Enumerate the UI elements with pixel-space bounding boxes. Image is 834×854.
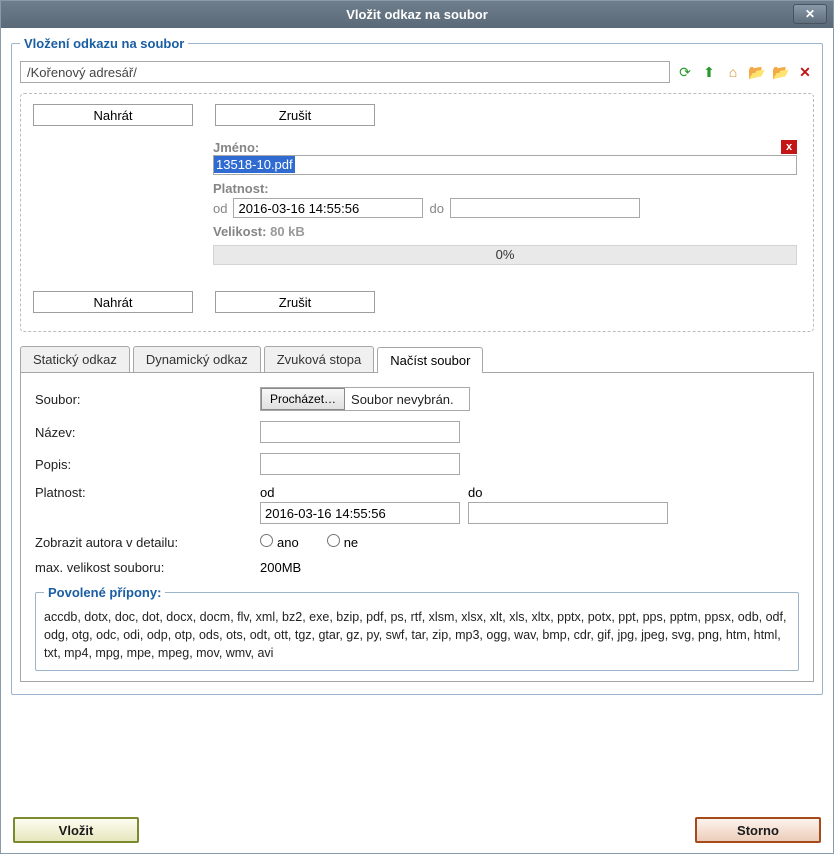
validity-label-2: Platnost:: [35, 485, 260, 500]
extensions-list: accdb, dotx, doc, dot, docx, docm, flv, …: [44, 608, 790, 662]
button-row-bottom: Nahrát Zrušit: [33, 291, 801, 313]
refresh-icon[interactable]: ⟳: [676, 63, 694, 81]
dialog: Vložit odkaz na soubor ✕ Vložení odkazu …: [0, 0, 834, 854]
close-button[interactable]: ✕: [793, 4, 827, 24]
author-label: Zobrazit autora v detailu:: [35, 535, 260, 550]
file-label: Soubor:: [35, 392, 260, 407]
no-file-text: Soubor nevybrán.: [345, 392, 454, 407]
do-label: do: [429, 201, 443, 216]
new-folder-icon[interactable]: 📂: [772, 63, 790, 81]
radio-no-label[interactable]: ne: [327, 534, 358, 550]
desc-label: Popis:: [35, 457, 260, 472]
row-author: Zobrazit autora v detailu: ano ne: [35, 534, 799, 550]
validity-from-input[interactable]: [233, 198, 423, 218]
footer: Vložit Storno: [1, 809, 833, 853]
tab-static[interactable]: Statický odkaz: [20, 346, 130, 372]
storno-button[interactable]: Storno: [695, 817, 821, 843]
radio-yes-label[interactable]: ano: [260, 534, 299, 550]
extensions-fieldset: Povolené přípony: accdb, dotx, doc, dot,…: [35, 585, 799, 671]
tabs: Statický odkaz Dynamický odkaz Zvuková s…: [20, 346, 814, 372]
cancel-upload-button[interactable]: Zrušit: [215, 104, 375, 126]
filename-value: 13518-10.pdf: [214, 156, 295, 173]
upload-button-2[interactable]: Nahrát: [33, 291, 193, 313]
row-desc: Popis:: [35, 453, 799, 475]
radio-yes[interactable]: [260, 534, 273, 547]
name-input[interactable]: [260, 421, 460, 443]
delete-icon[interactable]: ✕: [796, 63, 814, 81]
name-label-2: Název:: [35, 425, 260, 440]
radio-no[interactable]: [327, 534, 340, 547]
fieldset-legend: Vložení odkazu na soubor: [20, 36, 188, 51]
do-label-2: do: [468, 485, 668, 500]
browse-button[interactable]: Procházet…: [261, 388, 345, 410]
path-row: ⟳ ⬆ ⌂ 📂 📂 ✕: [20, 61, 814, 83]
button-row-top: Nahrát Zrušit: [33, 104, 801, 126]
size-label: Velikost: 80 kB: [213, 224, 797, 239]
main-fieldset: Vložení odkazu na soubor ⟳ ⬆ ⌂ 📂 📂 ✕ Nah…: [11, 36, 823, 695]
remove-file-icon[interactable]: x: [781, 140, 797, 154]
od-label-2: od: [260, 485, 460, 500]
content: Vložení odkazu na soubor ⟳ ⬆ ⌂ 📂 📂 ✕ Nah…: [1, 28, 833, 809]
path-input[interactable]: [20, 61, 670, 83]
desc-input[interactable]: [260, 453, 460, 475]
upload-button[interactable]: Nahrát: [33, 104, 193, 126]
dialog-title: Vložit odkaz na soubor: [346, 7, 488, 22]
progress-value: 0%: [496, 247, 515, 262]
filename-input[interactable]: 13518-10.pdf: [213, 155, 797, 175]
home-icon[interactable]: ⌂: [724, 63, 742, 81]
file-chooser[interactable]: Procházet… Soubor nevybrán.: [260, 387, 470, 411]
validity-label: Platnost:: [213, 181, 797, 196]
validity-from-input-2[interactable]: [260, 502, 460, 524]
tab-dynamic[interactable]: Dynamický odkaz: [133, 346, 261, 372]
cancel-upload-button-2[interactable]: Zrušit: [215, 291, 375, 313]
up-icon[interactable]: ⬆: [700, 63, 718, 81]
name-label: Jméno: x: [213, 140, 797, 155]
size-value: 80 kB: [270, 224, 305, 239]
close-icon: ✕: [805, 7, 815, 21]
extensions-legend: Povolené přípony:: [44, 585, 165, 600]
row-file: Soubor: Procházet… Soubor nevybrán.: [35, 387, 799, 411]
validity-to-input-2[interactable]: [468, 502, 668, 524]
row-maxsize: max. velikost souboru: 200MB: [35, 560, 799, 575]
tab-load-file[interactable]: Načíst soubor: [377, 347, 483, 373]
insert-button[interactable]: Vložit: [13, 817, 139, 843]
progress-bar: 0%: [213, 245, 797, 265]
row-name: Název:: [35, 421, 799, 443]
max-label: max. velikost souboru:: [35, 560, 260, 575]
titlebar: Vložit odkaz na soubor ✕: [1, 1, 833, 28]
max-value: 200MB: [260, 560, 301, 575]
od-label: od: [213, 201, 227, 216]
row-validity: Platnost: od do: [35, 485, 799, 524]
file-info: Jméno: x 13518-10.pdf Platnost: od do: [213, 140, 797, 265]
validity-to-input[interactable]: [450, 198, 640, 218]
upload-panel: Nahrát Zrušit Jméno: x 13518-10.pdf Plat…: [20, 93, 814, 332]
tab-audio[interactable]: Zvuková stopa: [264, 346, 375, 372]
tab-body: Soubor: Procházet… Soubor nevybrán. Náze…: [20, 372, 814, 682]
open-folder-icon[interactable]: 📂: [748, 63, 766, 81]
validity-row: od do: [213, 198, 797, 218]
